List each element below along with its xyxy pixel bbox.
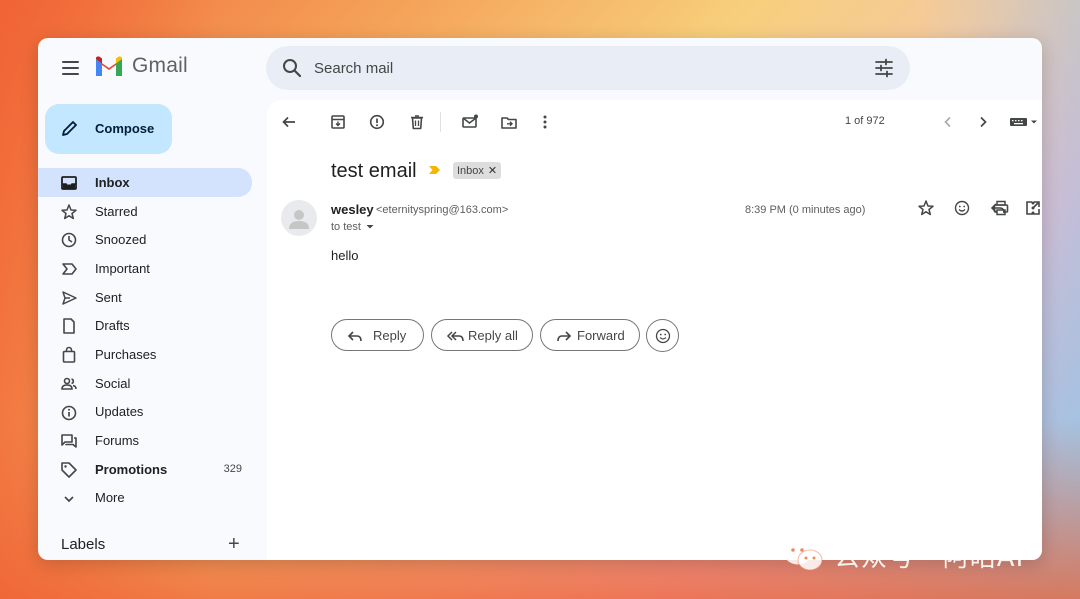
add-label-icon[interactable]: + [228,534,240,554]
sidebar-item-label: Important [95,260,150,276]
pencil-icon [62,121,77,136]
sender-email: <eternityspring@163.com> [376,204,509,216]
inbox-label-chip[interactable]: Inbox ✕ [453,162,502,179]
important-icon [62,263,77,275]
sidebar-item-snoozed[interactable]: Snoozed [38,225,258,254]
recipient-line: to test [331,221,361,233]
watermark-text: 公众号 · 阿皓AI [834,543,1025,573]
remove-label-icon[interactable]: ✕ [488,164,497,177]
sidebar-item-starred[interactable]: Starred [38,197,258,226]
chevron-down-icon[interactable] [365,222,375,232]
sidebar-item-inbox[interactable]: Inbox [38,168,252,197]
shopping-bag-icon [62,346,76,363]
email-timestamp: 8:39 PM (0 minutes ago) [745,204,866,216]
sidebar-item-label: Promotions [95,461,168,477]
back-icon[interactable] [277,110,301,134]
search-icon[interactable] [280,56,304,80]
sidebar-item-label: Updates [95,404,144,420]
mark-unread-icon[interactable] [458,110,482,134]
sidebar-item-label: Starred [95,203,138,219]
newer-icon[interactable] [936,110,960,134]
compose-label: Compose [95,121,155,136]
sidebar-item-updates[interactable]: Updates [38,398,258,427]
forum-icon [61,434,77,448]
pagination-text: 1 of 972 [845,115,885,127]
info-icon [61,405,77,420]
sidebar-item-label: Purchases [95,346,157,362]
reply-icon [347,331,362,342]
forward-button[interactable]: Forward [540,319,640,351]
important-marker-icon[interactable] [428,164,442,176]
sender-avatar[interactable] [281,200,317,236]
sidebar-item-label: Inbox [95,174,130,190]
sidebar-item-drafts[interactable]: Drafts [38,311,258,340]
forward-icon [557,331,572,342]
people-icon [61,377,77,390]
sidebar-item-social[interactable]: Social [38,369,258,398]
sidebar-item-important[interactable]: Important [38,254,258,283]
draft-icon [63,318,75,335]
forward-label: Forward [577,328,625,343]
email-subject: test email [331,160,417,182]
add-reaction-button[interactable] [646,319,679,352]
sidebar-item-sent[interactable]: Sent [38,283,258,312]
promotions-count: 329 [223,463,242,476]
emoji-reaction-icon[interactable] [950,196,974,220]
move-to-icon[interactable] [497,110,521,134]
email-view: 1 of 972 test email Inbox ✕ wesley <eter… [267,100,1042,560]
sidebar-item-label: Sent [95,289,122,305]
emoji-icon [655,328,670,343]
gmail-m-icon [96,56,122,76]
main-menu-icon[interactable] [58,56,82,80]
sidebar-item-more[interactable]: More [38,484,258,513]
inbox-chip-label: Inbox [457,164,484,177]
search-bar[interactable] [266,46,910,90]
archive-icon[interactable] [326,110,350,134]
sidebar-item-label: Social [95,375,131,391]
tag-icon [61,462,77,478]
message-more-icon[interactable] [1021,196,1042,220]
clock-icon [61,233,77,248]
sidebar-item-label: Forums [95,433,140,449]
reply-label: Reply [373,328,407,343]
sidebar-nav: Inbox Starred Snoozed Important Sent Dra… [38,168,258,512]
sender-name: wesley [331,202,374,217]
chevron-down-icon [64,495,74,502]
star-icon [61,203,77,219]
reply-icon[interactable] [986,196,1010,220]
labels-header: Labels [61,536,106,553]
sidebar-item-purchases[interactable]: Purchases [38,340,258,369]
reply-all-button[interactable]: Reply all [431,319,533,351]
reply-button[interactable]: Reply [331,319,424,351]
sidebar-item-promotions[interactable]: Promotions 329 [38,455,258,484]
gmail-window: Gmail Compose Inbox Starred [38,38,1042,560]
compose-button[interactable]: Compose [45,104,172,154]
recipient-details[interactable]: to test [331,221,375,233]
input-tools-icon[interactable] [1007,110,1041,134]
sidebar-item-forums[interactable]: Forums [38,426,258,455]
search-options-icon[interactable] [872,56,896,80]
wechat-icon [784,541,823,570]
older-icon[interactable] [971,110,995,134]
email-body: hello [331,248,359,263]
sidebar-item-label: Snoozed [95,232,147,248]
send-icon [62,291,77,305]
sidebar-item-label: More [95,490,125,506]
gmail-logo[interactable]: Gmail [94,54,188,78]
inbox-icon [61,176,77,190]
star-message-icon[interactable] [914,196,938,220]
sidebar-item-label: Drafts [95,318,130,334]
toolbar-divider [440,112,441,132]
search-input[interactable] [314,46,834,90]
app-name: Gmail [132,54,188,77]
delete-icon[interactable] [405,110,429,134]
report-spam-icon[interactable] [365,110,389,134]
reply-all-icon [446,331,464,342]
watermark: 公众号 · 阿皓AI [782,537,1024,574]
reply-all-label: Reply all [468,328,518,343]
more-options-icon[interactable] [533,110,557,134]
